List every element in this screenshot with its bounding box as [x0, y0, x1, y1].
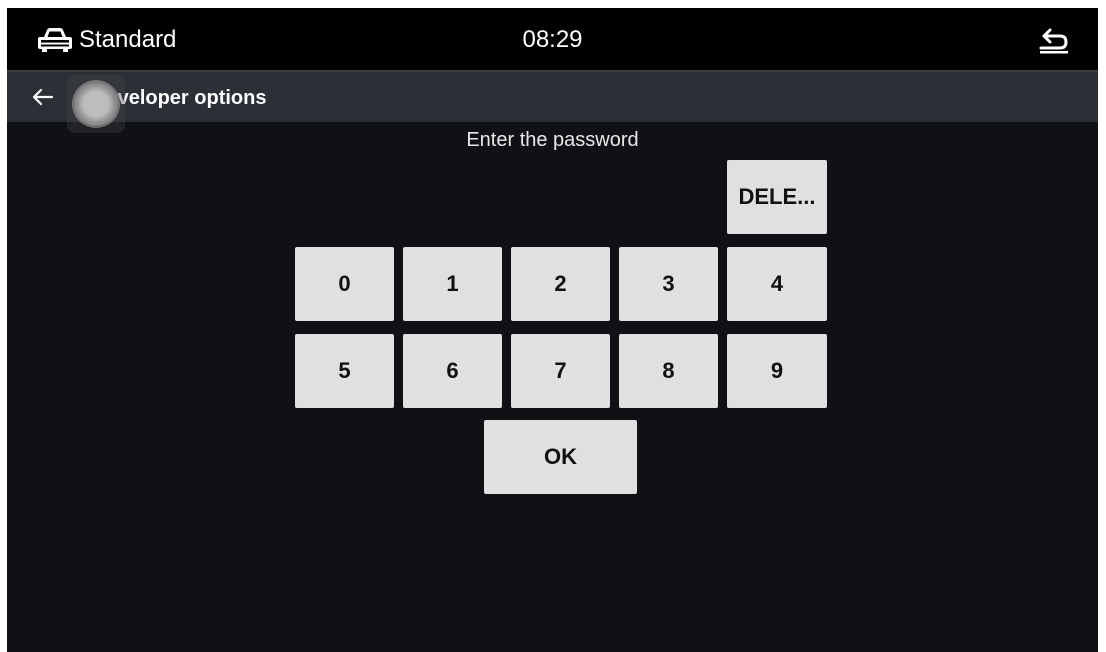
key-5[interactable]: 5 [295, 334, 394, 408]
screen: Standard 08:29 Developer options Enter t… [0, 0, 1106, 652]
key-8[interactable]: 8 [619, 334, 718, 408]
key-1[interactable]: 1 [403, 247, 502, 321]
touch-dot [74, 82, 118, 126]
password-prompt: Enter the password [466, 129, 639, 151]
touch-indicator [67, 75, 125, 133]
key-0[interactable]: 0 [295, 247, 394, 321]
key-9[interactable]: 9 [727, 334, 827, 408]
clock-time: 08:29 [522, 26, 583, 53]
status-bar: Standard 08:29 [7, 8, 1098, 70]
arrow-left-icon[interactable] [31, 86, 55, 108]
key-6[interactable]: 6 [403, 334, 502, 408]
device-display: Standard 08:29 Developer options Enter t… [7, 8, 1098, 652]
ok-button[interactable]: OK [484, 420, 637, 494]
key-3[interactable]: 3 [619, 247, 718, 321]
key-2[interactable]: 2 [511, 247, 610, 321]
delete-button[interactable]: DELE... [727, 160, 827, 234]
key-4[interactable]: 4 [727, 247, 827, 321]
app-header: Developer options [7, 70, 1098, 133]
return-arrow-icon[interactable] [1036, 25, 1072, 55]
key-7[interactable]: 7 [511, 334, 610, 408]
